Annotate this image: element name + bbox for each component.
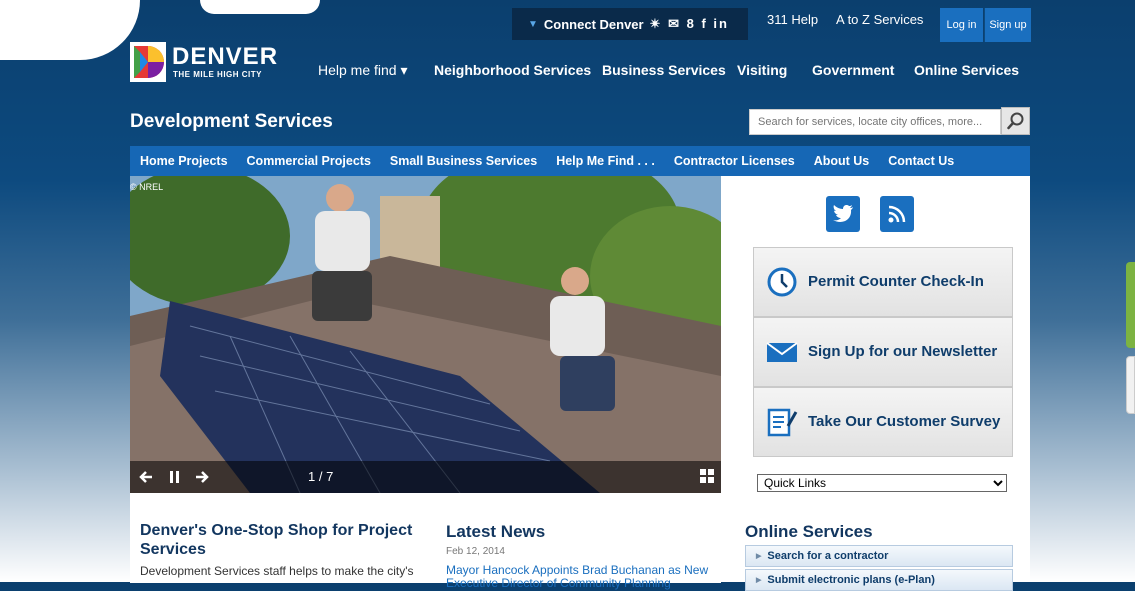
news-date: Feb 12, 2014 [446, 546, 505, 557]
triangle-right-icon: ▶ [756, 577, 762, 584]
slide-counter: 1 / 7 [308, 469, 334, 484]
twitter-button[interactable] [826, 196, 860, 232]
link-a-to-z[interactable]: A to Z Services [836, 12, 923, 27]
dept-subnav: Home Projects Commercial Projects Small … [130, 146, 1030, 176]
one-stop-shop-heading: Denver's One-Stop Shop for Project Servi… [140, 522, 413, 558]
service-search-contractor[interactable]: ▶ Search for a contractor [745, 545, 1013, 567]
subnav-home-projects[interactable]: Home Projects [140, 154, 228, 168]
subnav-help-me-find[interactable]: Help Me Find . . . [556, 154, 655, 168]
social-icons[interactable]: ✴ ✉ 8 f in [650, 16, 729, 32]
one-stop-shop-body: Development Services staff helps to make… [140, 564, 414, 578]
latest-news-heading: Latest News [446, 522, 546, 541]
slider-controls: 1 / 7 [130, 461, 721, 493]
nav-visiting[interactable]: Visiting [737, 62, 787, 78]
arrow-left-icon[interactable] [138, 469, 154, 485]
permit-checkin-promo[interactable]: Permit Counter Check-In [753, 247, 1013, 317]
side-tab[interactable] [1126, 356, 1135, 414]
logo-name[interactable]: DENVER [172, 43, 278, 71]
envelope-icon [766, 342, 798, 362]
chevron-down-icon: ▼ [528, 18, 538, 30]
service-label: Submit electronic plans (e-Plan) [767, 574, 935, 586]
triangle-right-icon: ▶ [756, 553, 762, 560]
search-icon [1006, 112, 1023, 130]
logo-tagline: THE MILE HIGH CITY [173, 70, 262, 79]
link-311-help[interactable]: 311 Help [767, 12, 818, 27]
clock-icon [767, 267, 797, 297]
connect-label: Connect Denver [543, 16, 644, 32]
online-services-heading: Online Services [745, 522, 873, 541]
subnav-contact-us[interactable]: Contact Us [888, 154, 954, 168]
subnav-commercial-projects[interactable]: Commercial Projects [247, 154, 371, 168]
feedback-tab[interactable] [1126, 262, 1135, 348]
nav-government[interactable]: Government [812, 62, 894, 78]
subnav-small-business[interactable]: Small Business Services [390, 154, 537, 168]
rss-button[interactable] [880, 196, 914, 232]
subnav-about-us[interactable]: About Us [814, 154, 870, 168]
corner-blob [0, 0, 140, 60]
survey-label: Take Our Customer Survey [808, 413, 1001, 430]
arrow-right-icon[interactable] [194, 469, 210, 485]
corner-blob-2 [200, 0, 320, 14]
nav-business-services[interactable]: Business Services [602, 62, 726, 78]
page-title[interactable]: Development Services [130, 111, 333, 133]
nav-neighborhood-services[interactable]: Neighborhood Services [434, 62, 591, 78]
photo-credit: © NREL [130, 182, 164, 192]
subnav-contractor-licenses[interactable]: Contractor Licenses [674, 154, 795, 168]
news-link[interactable]: Mayor Hancock Appoints Brad Buchanan as … [446, 564, 716, 590]
newsletter-label: Sign Up for our Newsletter [808, 343, 998, 360]
nav-online-services[interactable]: Online Services [914, 62, 1019, 78]
survey-promo[interactable]: Take Our Customer Survey [753, 387, 1013, 457]
signup-button[interactable]: Sign up [984, 8, 1031, 42]
search-button[interactable] [1001, 107, 1030, 135]
service-label: Search for a contractor [767, 550, 889, 562]
permit-checkin-label: Permit Counter Check-In [808, 273, 984, 290]
newsletter-promo[interactable]: Sign Up for our Newsletter [753, 317, 1013, 387]
pause-icon[interactable] [168, 469, 182, 485]
hero-slide-image[interactable] [130, 176, 721, 493]
rss-icon [888, 205, 906, 223]
survey-icon [767, 408, 798, 437]
denver-logo-icon[interactable] [130, 42, 166, 82]
login-button[interactable]: Log in [940, 8, 983, 42]
nav-help-me-find[interactable]: Help me find ▾ [318, 62, 408, 79]
quick-links-select[interactable]: Quick Links [757, 474, 1007, 492]
service-submit-eplan[interactable]: ▶ Submit electronic plans (e-Plan) [745, 569, 1013, 591]
search-input[interactable] [749, 109, 1001, 135]
grid-icon[interactable] [700, 469, 714, 483]
twitter-icon [833, 205, 853, 222]
connect-denver-bar[interactable]: ▼ Connect Denver ✴ ✉ 8 f in [512, 8, 748, 40]
